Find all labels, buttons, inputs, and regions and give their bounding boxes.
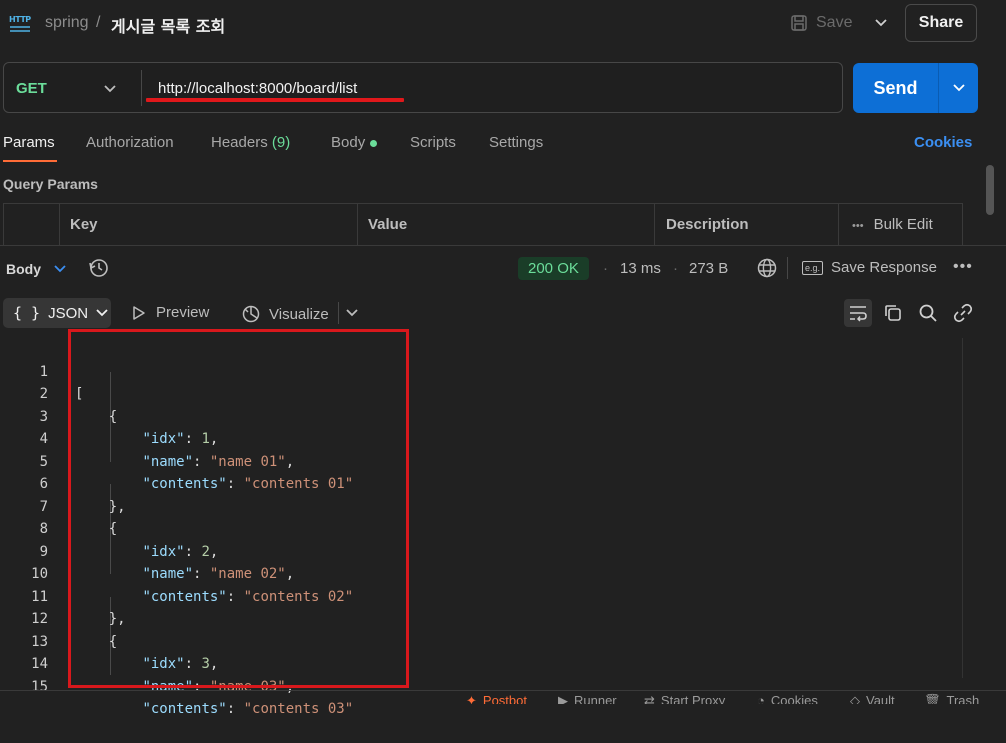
share-button[interactable]: Share [905,4,977,42]
breadcrumb-separator: / [96,14,101,31]
scrollbar-thumb[interactable] [986,165,994,215]
column-description-label: Description [666,215,749,233]
tab-authorization[interactable]: Authorization [86,134,174,151]
save-response-button[interactable]: e.g. Save Response [802,259,937,276]
active-tab-indicator [3,160,57,162]
column-value: Value [357,203,654,245]
vault-button[interactable]: ◇ Vault [850,693,895,704]
tab-settings[interactable]: Settings [489,134,543,151]
method-chevron-down-icon[interactable] [104,80,116,97]
wrap-lines-icon[interactable] [844,299,872,327]
editor-ruler [962,338,963,678]
vault-icon: ◇ [850,693,860,704]
bulk-edit-button[interactable]: ••• Bulk Edit [852,216,933,233]
vault-label: Vault [866,693,895,704]
send-options-chevron-icon[interactable] [938,63,978,113]
http-icon-text: HTTP [9,15,31,24]
tab-headers[interactable]: Headers (9) [211,134,290,151]
toolbar-divider [338,302,339,324]
preview-label: Preview [156,304,210,321]
copy-icon[interactable] [879,299,907,327]
column-value-label: Value [368,215,408,233]
history-icon[interactable] [88,257,110,283]
status-bar: ✦ Postbot ▶ Runner ⇄ Start Proxy ◔ Cookies ◇… [0,690,1006,704]
format-chevron-down-icon [96,309,108,317]
link-icon[interactable] [949,299,977,327]
footer-cookies-button[interactable]: ◔ Cookies [757,693,818,704]
save-button[interactable]: Save [790,6,862,40]
postbot-label: Postbot [482,693,527,704]
url-input[interactable]: http://localhost:8000/board/list [158,80,357,97]
column-description: Description [654,203,839,245]
save-label: Save [816,14,853,31]
method-select[interactable]: GET [16,80,47,97]
request-bar [3,62,843,113]
save-options-chevron-icon[interactable] [866,6,896,40]
visualize-label: Visualize [269,305,329,323]
visualize-chevron-down-icon[interactable] [346,304,358,321]
proxy-icon: ⇄ [644,693,655,704]
postbot-icon: ✦ [466,693,477,704]
request-title[interactable]: 게시글 목록 조회 [111,13,225,37]
start-proxy-button[interactable]: ⇄ Start Proxy [644,693,725,704]
tab-headers-label: Headers [211,134,268,151]
globe-icon[interactable] [756,257,778,283]
highlight-annotation-box [68,329,409,688]
json-braces-icon: { } [13,304,41,322]
more-options-icon[interactable]: ••• [953,258,973,276]
toolbar-divider [787,257,788,279]
runner-button[interactable]: ▶ Runner [558,693,617,704]
trash-icon: 🗑 [924,693,941,704]
runner-icon: ▶ [558,693,568,704]
trash-label: Trash [946,693,980,704]
play-icon [133,305,145,320]
response-body-dropdown[interactable]: Body [6,261,41,277]
preview-button[interactable]: Preview [132,304,209,321]
trash-button[interactable]: 🗑 Trash [924,693,979,704]
visualize-icon [242,305,260,323]
tab-scripts[interactable]: Scripts [410,134,456,151]
status-badge: 200 OK [518,257,589,280]
column-key-label: Key [70,215,98,233]
response-time[interactable]: 13 ms [620,260,661,277]
format-label: JSON [48,304,89,322]
footer-cookies-label: Cookies [770,693,818,704]
postbot-button[interactable]: ✦ Postbot [466,693,527,704]
save-icon [791,15,807,31]
example-icon: e.g. [802,260,824,275]
tab-body[interactable]: Body [331,134,378,151]
visualize-button[interactable]: Visualize [241,304,329,324]
cookie-icon: ◔ [757,693,765,704]
runner-label: Runner [574,693,617,704]
bulk-edit-label: Bulk Edit [873,216,933,233]
meta-separator: · [673,260,678,277]
search-icon[interactable] [914,299,942,327]
response-chevron-down-icon[interactable] [54,260,66,277]
more-horizontal-icon: ••• [852,220,864,232]
save-response-label: Save Response [831,259,937,276]
send-button[interactable]: Send [853,63,938,113]
tab-body-label: Body [331,134,366,151]
url-highlight-underline [146,98,404,102]
query-params-title: Query Params [3,176,98,192]
cookies-link[interactable]: Cookies [914,134,972,151]
meta-separator: · [603,260,608,277]
method-divider [141,70,142,106]
start-proxy-label: Start Proxy [660,693,726,704]
body-modified-dot-icon [370,139,378,147]
http-request-icon: HTTP [8,12,32,34]
column-key: Key [59,203,358,245]
headers-count: (9) [271,134,291,151]
breadcrumb-collection[interactable]: spring [45,14,89,32]
response-size[interactable]: 273 B [689,260,728,277]
format-select[interactable]: { } JSON [3,298,111,328]
tab-params[interactable]: Params [3,134,55,151]
